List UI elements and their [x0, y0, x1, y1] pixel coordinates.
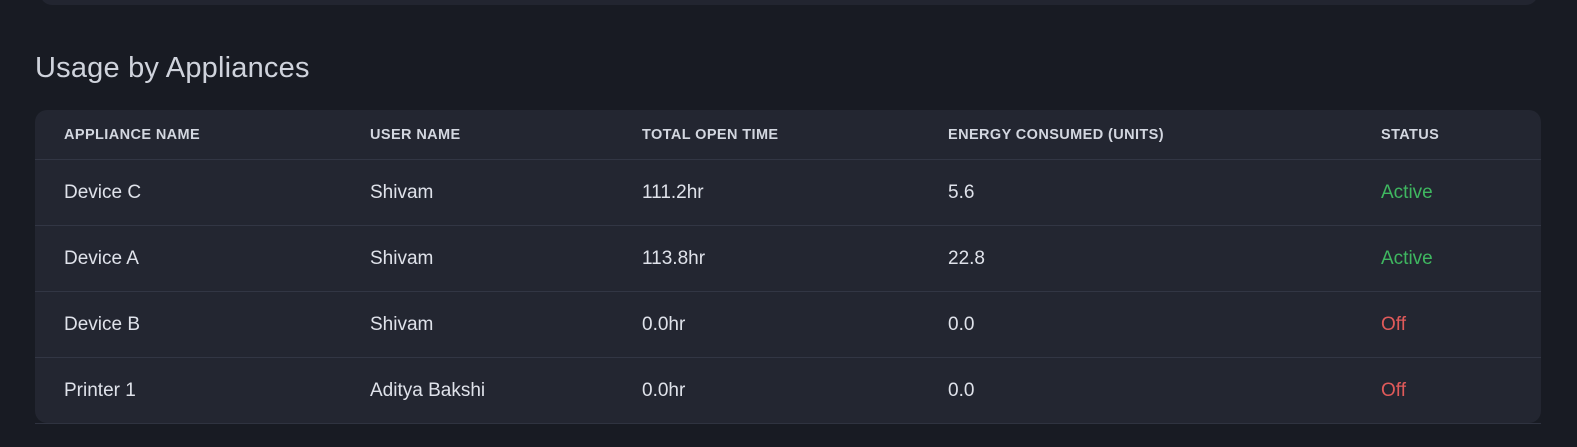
open-time-cell: 0.0hr [642, 313, 686, 335]
column-header-user-name[interactable]: USER NAME [370, 110, 461, 159]
appliances-table: APPLIANCE NAME USER NAME TOTAL OPEN TIME… [35, 110, 1541, 423]
user-name-cell: Shivam [370, 181, 434, 203]
open-time-cell: 0.0hr [642, 379, 686, 401]
appliance-name-cell: Device B [64, 313, 141, 335]
user-name-cell: Shivam [370, 313, 434, 335]
page: Usage by Appliances APPLIANCE NAME USER … [0, 0, 1577, 447]
table-header-row: APPLIANCE NAME USER NAME TOTAL OPEN TIME… [35, 110, 1541, 160]
open-time-cell: 113.8hr [642, 247, 706, 269]
status-cell: Off [1381, 313, 1406, 335]
table-row[interactable]: Device A Shivam 113.8hr 22.8 Active [35, 226, 1541, 292]
status-cell: Off [1381, 379, 1406, 401]
user-name-cell: Shivam [370, 247, 434, 269]
appliance-name-cell: Printer 1 [64, 379, 136, 401]
user-name-cell: Aditya Bakshi [370, 379, 486, 401]
status-cell: Active [1381, 181, 1433, 203]
table-row[interactable]: Device C Shivam 111.2hr 5.6 Active [35, 160, 1541, 226]
divider [35, 423, 1541, 424]
column-header-energy-consumed[interactable]: ENERGY CONSUMED (UNITS) [948, 110, 1164, 159]
table-row[interactable]: Printer 1 Aditya Bakshi 0.0hr 0.0 Off [35, 358, 1541, 423]
previous-section-card [40, 0, 1538, 5]
column-header-appliance-name[interactable]: APPLIANCE NAME [64, 110, 200, 159]
column-header-total-open-time[interactable]: TOTAL OPEN TIME [642, 110, 779, 159]
energy-cell: 0.0 [948, 379, 975, 401]
table-row[interactable]: Device B Shivam 0.0hr 0.0 Off [35, 292, 1541, 358]
appliance-name-cell: Device C [64, 181, 142, 203]
energy-cell: 22.8 [948, 247, 985, 269]
section-title: Usage by Appliances [35, 52, 310, 84]
energy-cell: 0.0 [948, 313, 975, 335]
column-header-status[interactable]: STATUS [1381, 110, 1439, 159]
energy-cell: 5.6 [948, 181, 975, 203]
open-time-cell: 111.2hr [642, 181, 704, 203]
appliance-name-cell: Device A [64, 247, 139, 269]
status-cell: Active [1381, 247, 1433, 269]
